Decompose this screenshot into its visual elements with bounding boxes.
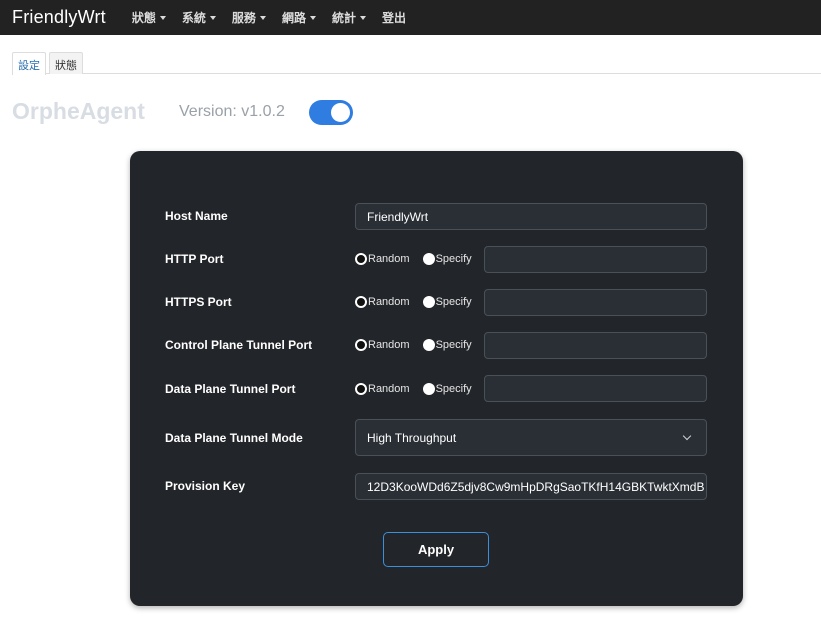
nav-menu-label: 網路: [281, 11, 306, 25]
data-plane-port-label: Data Plane Tunnel Port: [165, 382, 296, 396]
provision-key-label: Provision Key: [165, 479, 246, 493]
caret-down-icon: [209, 15, 216, 20]
version-label: Version: v1.0.2: [179, 103, 285, 120]
https-port-random-radio[interactable]: [355, 296, 367, 308]
radio-label-specify: Specify: [435, 296, 472, 308]
control-plane-port-input[interactable]: [484, 332, 707, 359]
host-name-input[interactable]: FriendlyWrt: [355, 203, 707, 230]
tunnel-mode-value: High Throughput: [367, 430, 457, 445]
http-port-input[interactable]: [484, 246, 707, 273]
nav-menu-label: 統計: [331, 11, 356, 25]
control-plane-port-label: Control Plane Tunnel Port: [165, 338, 313, 352]
host-name-label: Host Name: [165, 209, 228, 223]
caret-down-icon: [359, 15, 366, 20]
nav-menu-label: 系統: [181, 11, 206, 25]
tab-bar: 設定 狀態: [12, 52, 821, 75]
settings-panel: Host Name FriendlyWrt HTTP Port Random S…: [130, 151, 743, 606]
radio-label-random: Random: [368, 253, 410, 265]
control-plane-port-radio-group: Random Specify: [355, 339, 485, 351]
brand-logo[interactable]: FriendlyWrt: [12, 7, 106, 28]
control-plane-port-specify-radio[interactable]: [422, 339, 435, 351]
data-plane-port-input[interactable]: [484, 375, 707, 402]
radio-label-specify: Specify: [435, 253, 472, 265]
nav-menu: 狀態 系統 服務 網路 統計 登出: [124, 0, 414, 35]
control-plane-port-random-radio[interactable]: [355, 339, 367, 351]
caret-down-icon: [309, 15, 316, 20]
https-port-label: HTTPS Port: [165, 295, 232, 309]
http-port-specify-radio[interactable]: [422, 253, 435, 265]
nav-menu-status[interactable]: 狀態: [124, 0, 174, 35]
radio-label-random: Random: [368, 296, 410, 308]
tab-status[interactable]: 狀態: [49, 52, 83, 74]
tunnel-mode-label: Data Plane Tunnel Mode: [165, 431, 303, 445]
nav-menu-label: 服務: [231, 11, 256, 25]
nav-menu-logout[interactable]: 登出: [374, 0, 414, 35]
data-plane-port-radio-group: Random Specify: [355, 383, 485, 395]
nav-menu-services[interactable]: 服務: [224, 0, 274, 35]
toggle-knob: [331, 103, 350, 122]
nav-menu-statistics[interactable]: 統計: [324, 0, 374, 35]
data-plane-port-random-radio[interactable]: [355, 383, 367, 395]
https-port-specify-radio[interactable]: [422, 296, 435, 308]
data-plane-port-specify-radio[interactable]: [422, 383, 435, 395]
nav-menu-network[interactable]: 網路: [274, 0, 324, 35]
http-port-label: HTTP Port: [165, 252, 224, 266]
nav-menu-label: 登出: [381, 11, 406, 25]
chevron-down-icon: [682, 431, 692, 440]
page-title: OrpheAgent: [12, 98, 145, 124]
http-port-random-radio[interactable]: [355, 253, 367, 265]
radio-label-random: Random: [368, 383, 410, 395]
tab-settings[interactable]: 設定: [12, 52, 46, 75]
apply-button[interactable]: Apply: [383, 532, 489, 567]
http-port-radio-group: Random Specify: [355, 253, 485, 265]
https-port-radio-group: Random Specify: [355, 296, 485, 308]
caret-down-icon: [159, 15, 166, 20]
radio-label-specify: Specify: [435, 383, 472, 395]
tunnel-mode-select[interactable]: High Throughput: [355, 419, 707, 456]
radio-label-specify: Specify: [435, 339, 472, 351]
nav-menu-label: 狀態: [131, 11, 156, 25]
nav-menu-system[interactable]: 系統: [174, 0, 224, 35]
enable-toggle[interactable]: [309, 100, 353, 125]
radio-label-random: Random: [368, 339, 410, 351]
top-navbar: FriendlyWrt 狀態 系統 服務 網路 統計 登出: [0, 0, 821, 35]
provision-key-input[interactable]: 12D3KooWDd6Z5djv8Cw9mHpDRgSaoTKfH14GBKTw…: [355, 473, 707, 500]
https-port-input[interactable]: [484, 289, 707, 316]
caret-down-icon: [259, 15, 266, 20]
